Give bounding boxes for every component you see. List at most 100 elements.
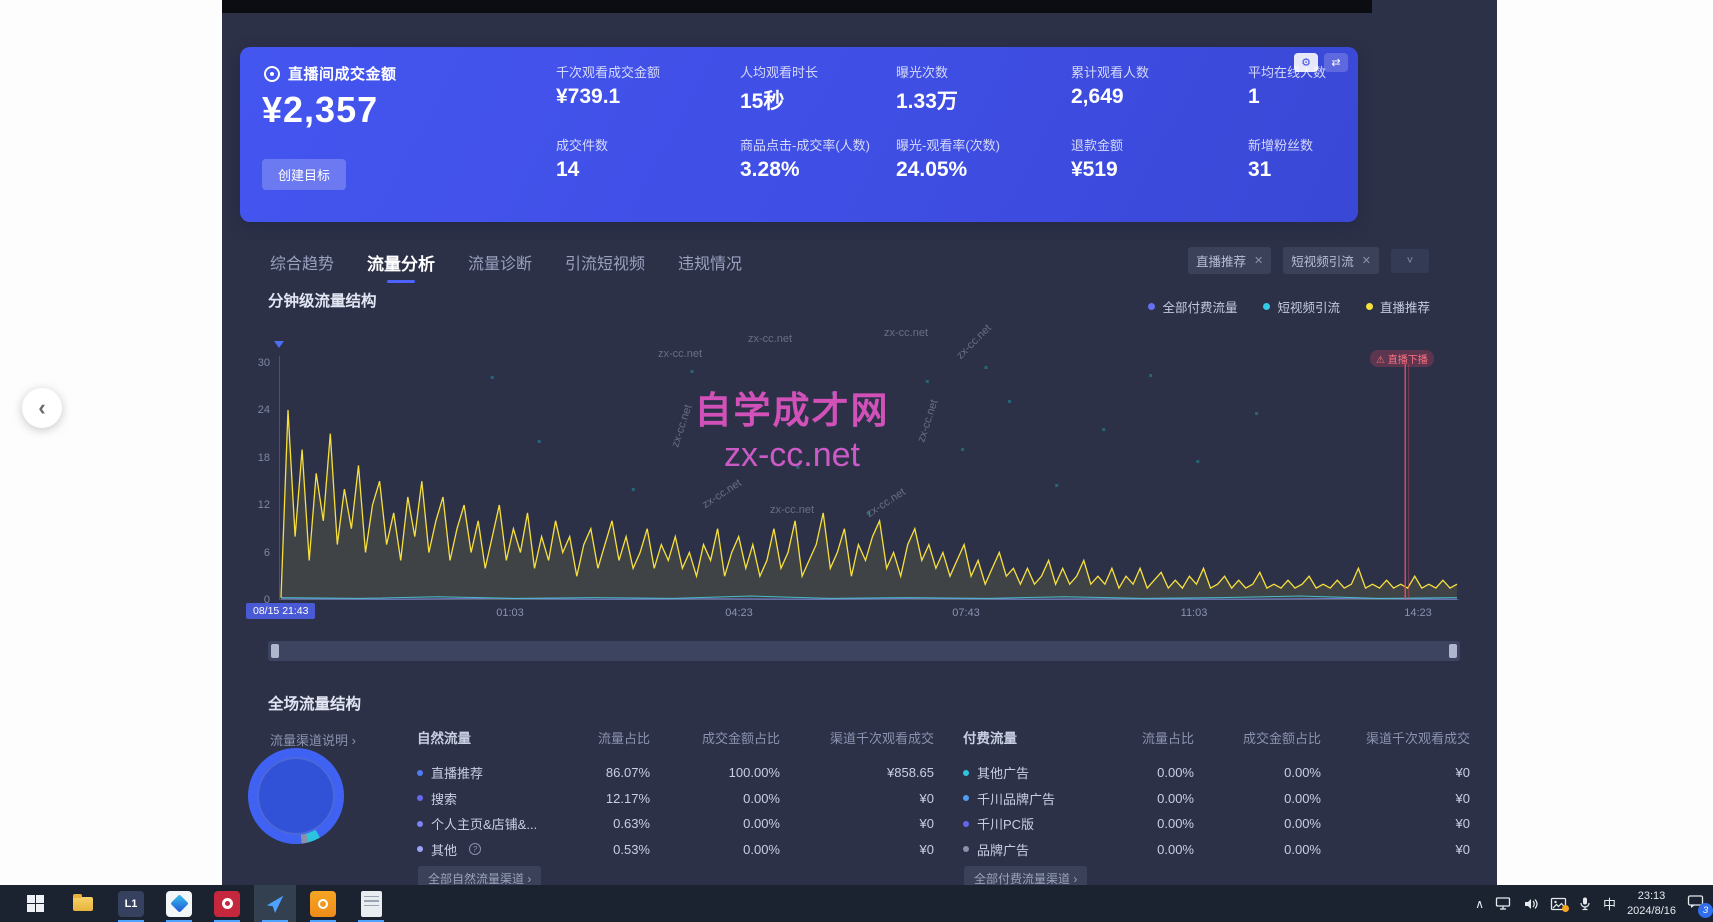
x-tick-label: 07:43 — [931, 607, 1001, 619]
paid-cell: 0.00% — [1194, 842, 1321, 857]
start-button[interactable] — [14, 885, 56, 922]
tab-0[interactable]: 综合趋势 — [270, 250, 334, 283]
create-goal-button[interactable]: 创建目标 — [262, 159, 346, 190]
metric-value: 1.33万 — [896, 85, 1066, 115]
paid-header: 付费流量流量占比成交金额占比渠道千次观看成交 — [963, 726, 1470, 748]
tab-3[interactable]: 引流短视频 — [565, 250, 645, 283]
metric-value: 3.28% — [740, 158, 910, 182]
metric-value: 2,649 — [1071, 85, 1241, 109]
paid-row-label: 其他广告 — [977, 763, 1029, 782]
taskbar-clock[interactable]: 23:13 2024/8/16 — [1627, 889, 1676, 918]
filter-dropdown[interactable]: ˅ — [1391, 249, 1429, 273]
paid-row-name: 品牌广告 — [963, 840, 1110, 859]
natural-cell: ¥0 — [780, 816, 934, 831]
x-tick-label: 14:23 — [1383, 607, 1453, 619]
app-pointer-icon[interactable] — [254, 885, 296, 922]
table-row: 千川PC版0.00%0.00%¥0 — [963, 811, 1470, 837]
system-tray: ∧ 中 23:13 2024/8/16 3 — [1475, 885, 1705, 922]
x-tick-label: 04:23 — [704, 607, 774, 619]
filter-chip-1[interactable]: 短视频引流 ✕ — [1283, 247, 1379, 274]
metric-label: 新增粉丝数 — [1248, 135, 1418, 154]
traffic-filter-chips: 直播推荐✕ 短视频引流 ✕ ˅ — [1188, 247, 1429, 274]
volume-icon[interactable] — [1523, 897, 1539, 911]
paid-row-name: 千川品牌广告 — [963, 789, 1110, 808]
paid-cell: 0.00% — [1110, 765, 1194, 780]
windows-taskbar: L1 ∧ 中 23:13 2024/8/16 3 — [0, 885, 1713, 922]
file-explorer-icon[interactable] — [62, 885, 104, 922]
channel-dot-icon — [963, 770, 969, 776]
legend-item-0[interactable]: 全部付费流量 — [1148, 297, 1237, 316]
app-orange-icon[interactable] — [302, 885, 344, 922]
channel-help-link[interactable]: 流量渠道说明 › — [270, 730, 356, 749]
app-lt-icon[interactable]: L1 — [110, 885, 152, 922]
zoom-handle-right[interactable] — [1449, 644, 1457, 658]
paid-header-name: 付费流量 — [963, 727, 1110, 747]
paid-row-label: 品牌广告 — [977, 840, 1029, 859]
natural-row-label: 直播推荐 — [431, 763, 483, 782]
microphone-icon[interactable] — [1578, 896, 1592, 911]
legend-label: 全部付费流量 — [1162, 297, 1237, 316]
all-natural-channels-link[interactable]: 全部自然流量渠道 › — [418, 866, 541, 885]
previous-button[interactable]: ‹ — [22, 388, 62, 428]
filter-chip-0[interactable]: 直播推荐✕ — [1188, 247, 1271, 274]
notepad-icon[interactable] — [350, 885, 392, 922]
y-tick-label: 12 — [236, 499, 270, 511]
window-top-strip — [222, 0, 1372, 13]
full-section-title: 全场流量结构 — [268, 692, 361, 714]
tab-2[interactable]: 流量诊断 — [468, 250, 532, 283]
metric-1: 人均观看时长15秒 — [740, 62, 910, 115]
ime-indicator[interactable]: 中 — [1603, 894, 1616, 913]
chart-legend: 全部付费流量 短视频引流 直播推荐 — [1148, 297, 1430, 316]
app-red-icon[interactable] — [206, 885, 248, 922]
network-icon[interactable] — [1495, 896, 1512, 911]
stream-end-marker: ⚠ 直播下播 — [1370, 350, 1434, 367]
metric-value: 15秒 — [740, 85, 910, 115]
table-row: 搜索12.17%0.00%¥0 — [417, 786, 934, 812]
tray-expand-icon[interactable]: ∧ — [1475, 897, 1484, 911]
table-row: 直播推荐86.07%100.00%¥858.65 — [417, 760, 934, 786]
natural-col-header-0: 流量占比 — [567, 728, 650, 747]
paid-col-header-2: 渠道千次观看成交 — [1321, 728, 1470, 747]
screenshot-tool-icon[interactable] — [1550, 897, 1567, 911]
chip-close-icon[interactable]: ✕ — [1254, 254, 1263, 267]
metric-label: 累计观看人数 — [1071, 62, 1241, 81]
natural-cell: ¥0 — [780, 842, 934, 857]
watermark-scatter-0: zx-cc.net — [748, 333, 792, 345]
paid-row-label: 千川品牌广告 — [977, 789, 1055, 808]
paid-traffic-table: 付费流量流量占比成交金额占比渠道千次观看成交其他广告0.00%0.00%¥0千川… — [963, 726, 1470, 862]
gmv-card-title: 直播间成交金额 — [288, 63, 397, 84]
help-icon[interactable]: ? — [469, 843, 481, 855]
paid-row-name: 千川PC版 — [963, 814, 1110, 833]
zoom-handle-left[interactable] — [271, 644, 279, 658]
natural-row-label: 个人主页&店铺&... — [431, 814, 537, 833]
natural-cell: ¥0 — [780, 791, 934, 806]
natural-cell: 0.53% — [567, 842, 650, 857]
metric-8: 退款金额¥519 — [1071, 135, 1241, 182]
chip-close-icon[interactable]: ✕ — [1362, 254, 1371, 267]
metric-value: 31 — [1248, 158, 1418, 182]
legend-dot-icon — [1148, 303, 1155, 310]
metric-value: 24.05% — [896, 158, 1066, 182]
tray-notification-dot — [1562, 905, 1569, 912]
tab-4[interactable]: 违规情况 — [678, 250, 742, 283]
axis-top-marker-icon — [274, 341, 284, 348]
paid-cell: 0.00% — [1194, 816, 1321, 831]
chart-zoom-scrollbar[interactable] — [268, 641, 1460, 661]
channel-dot-icon — [417, 821, 423, 827]
legend-item-1[interactable]: 短视频引流 — [1263, 297, 1340, 316]
metric-value: 1 — [1248, 85, 1418, 109]
x-tick-label: 11:03 — [1159, 607, 1229, 619]
table-row: 其他?0.53%0.00%¥0 — [417, 837, 934, 863]
natural-row-name: 直播推荐 — [417, 763, 567, 782]
natural-header: 自然流量流量占比成交金额占比渠道千次观看成交 — [417, 726, 934, 748]
paid-cell: ¥0 — [1321, 816, 1470, 831]
table-row: 其他广告0.00%0.00%¥0 — [963, 760, 1470, 786]
target-icon — [264, 66, 280, 82]
all-paid-channels-link[interactable]: 全部付费流量渠道 › — [964, 866, 1087, 885]
legend-item-2[interactable]: 直播推荐 — [1366, 297, 1430, 316]
legend-dot-icon — [1366, 303, 1373, 310]
app-teal-icon[interactable] — [158, 885, 200, 922]
filter-chip-label: 短视频引流 — [1291, 251, 1354, 270]
action-center-icon[interactable]: 3 — [1687, 894, 1705, 914]
tab-1[interactable]: 流量分析 — [367, 250, 435, 283]
